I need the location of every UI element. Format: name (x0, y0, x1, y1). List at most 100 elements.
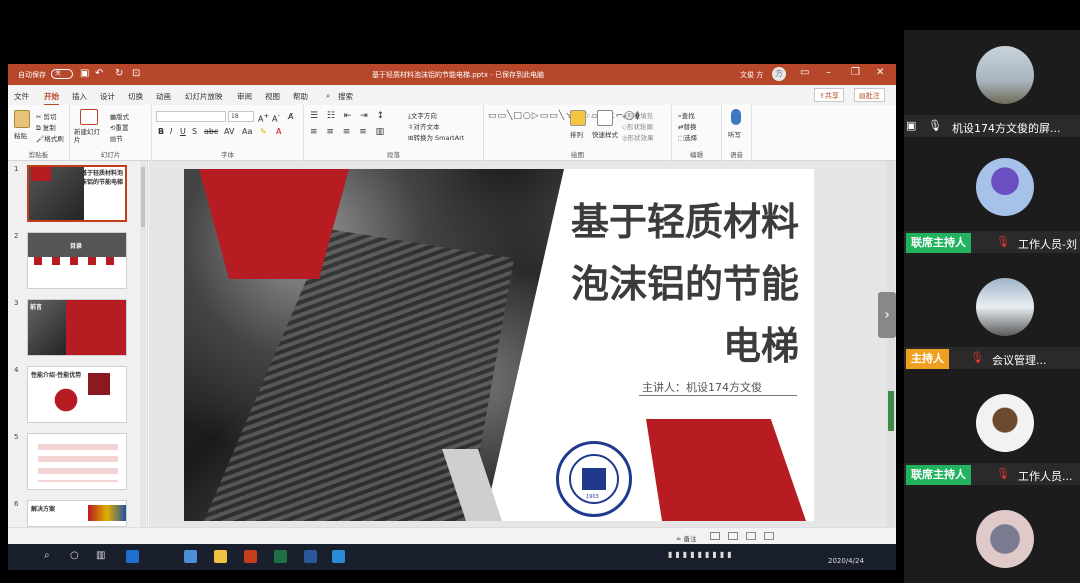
current-slide[interactable]: 基于轻质材料 泡沫铝的节能 电梯 主讲人：机设174方文俊 1903 (184, 169, 814, 521)
normal-view-icon[interactable] (710, 532, 720, 540)
search-label[interactable]: 搜索 (338, 91, 353, 102)
slide-scroll-thumb[interactable] (888, 391, 894, 431)
meeting-app-icon[interactable] (332, 550, 345, 563)
presenter-text[interactable]: 主讲人：机设174方文俊 (642, 379, 762, 395)
maximize-icon[interactable]: ❐ (851, 67, 860, 78)
slide-thumbnail-6[interactable]: 解决方案 (27, 500, 127, 527)
underline-icon[interactable]: U (180, 127, 186, 136)
participant-card[interactable]: 联席主持人 🎙 工作人员... (904, 378, 1080, 488)
font-color-icon[interactable]: A (276, 127, 281, 136)
shape-effects-button[interactable]: ◎形状效果 (622, 132, 654, 142)
align-text-button[interactable]: ⇳对齐文本 (408, 121, 439, 131)
copy-button[interactable]: ⧉ 复制 (36, 122, 56, 133)
dictate-button[interactable]: 听写 (728, 129, 741, 139)
shadow-icon[interactable]: S (192, 127, 197, 136)
highlight-icon[interactable]: ✎ (260, 127, 267, 136)
tab-view[interactable]: 视图 (265, 91, 280, 102)
ribbon-display-icon[interactable]: ▭ (800, 67, 809, 78)
minimize-icon[interactable]: – (826, 67, 831, 78)
quick-styles-icon[interactable] (597, 110, 613, 126)
quick-styles-button[interactable]: 快速样式 (592, 129, 618, 139)
slide-sorter-icon[interactable] (728, 532, 738, 540)
edge-icon[interactable] (126, 550, 139, 563)
slide-thumbnail-3[interactable]: 前言 (27, 299, 127, 356)
font-size-input[interactable]: 18 (228, 111, 254, 122)
slide-title[interactable]: 基于轻质材料 泡沫铝的节能 电梯 (519, 191, 799, 377)
share-button[interactable]: ⇪共享 (814, 88, 844, 102)
redo-icon[interactable]: ↻ (115, 68, 123, 79)
tab-file[interactable]: 文件 (14, 91, 29, 102)
slide-thumbnail-1[interactable]: 基于轻质材料泡沫铝的节能电梯 (27, 165, 127, 222)
search-icon[interactable]: ⌕ (44, 550, 50, 561)
tab-transitions[interactable]: 切换 (128, 91, 143, 102)
slideshow-view-icon[interactable] (764, 532, 774, 540)
arrange-button[interactable]: 排列 (570, 129, 583, 139)
slide-thumbnail-2[interactable]: 目录 (27, 232, 127, 289)
shape-outline-button[interactable]: ◇形状轮廓 (622, 121, 653, 131)
arrange-icon[interactable] (570, 110, 586, 126)
change-case-icon[interactable]: Aa (242, 127, 252, 136)
tab-design[interactable]: 设计 (100, 91, 115, 102)
powerpoint-icon[interactable] (244, 550, 257, 563)
undo-icon[interactable]: ↶ (95, 68, 103, 79)
tab-insert[interactable]: 插入 (72, 91, 87, 102)
search-icon[interactable]: ⌕ (326, 91, 330, 101)
task-view-icon[interactable]: ▥ (96, 550, 105, 561)
list-icons[interactable]: ☰ ☷ ⇤ ⇥ ↕ (310, 111, 387, 121)
present-icon[interactable]: ⊡ (132, 68, 140, 79)
participant-card[interactable]: 主持人 🎙 会议管理... (904, 262, 1080, 372)
tab-home[interactable]: 开始 (44, 91, 59, 106)
cut-button[interactable]: ✂ 剪切 (36, 111, 57, 121)
cortana-icon[interactable]: ○ (70, 550, 79, 561)
format-painter-button[interactable]: 🖌格式刷 (36, 133, 64, 143)
close-icon[interactable]: ✕ (876, 67, 884, 78)
excel-icon[interactable] (274, 550, 287, 563)
microphone-icon[interactable] (731, 109, 741, 125)
smartart-button[interactable]: ⊞转换为 SmartArt (408, 132, 464, 142)
system-tray-icons[interactable]: ▮▮▮▮▮▮▮▮▮ (668, 550, 735, 559)
notes-button[interactable]: ≐ 备注 (676, 533, 697, 543)
new-slide-icon[interactable] (80, 109, 98, 125)
participant-card[interactable]: ▣ 🎙 机设174方文俊的屏... (904, 30, 1080, 140)
increase-font-icon[interactable]: A+ (258, 112, 269, 124)
taskbar-date[interactable]: 2020/4/24 (828, 557, 864, 565)
paste-button[interactable]: 粘贴 (14, 130, 27, 140)
reading-view-icon[interactable] (746, 532, 756, 540)
comments-button[interactable]: ▤批注 (854, 88, 885, 102)
clear-format-icon[interactable]: A̸ (288, 112, 293, 121)
select-button[interactable]: ⬚选择 (678, 132, 697, 142)
find-button[interactable]: ⌕查找 (678, 110, 695, 121)
tab-help[interactable]: 帮助 (293, 91, 308, 102)
font-name-input[interactable] (156, 111, 226, 122)
paste-icon[interactable] (14, 110, 30, 128)
slide-thumbnail-5[interactable] (27, 433, 127, 490)
shape-fill-button[interactable]: ◈形状填充 (622, 110, 653, 120)
reset-button[interactable]: ⟲重置 (110, 122, 128, 132)
new-slide-button[interactable]: 新建幻灯片 (74, 128, 106, 144)
slide-thumbnail-4[interactable]: 性能介绍·性能优势 (27, 366, 127, 423)
decrease-font-icon[interactable]: A- (272, 112, 280, 124)
italic-icon[interactable]: I (170, 127, 172, 136)
slide-scrollbar[interactable] (887, 161, 895, 527)
strikethrough-icon[interactable]: abc (204, 127, 218, 136)
participant-card[interactable] (904, 494, 1080, 583)
user-name[interactable]: 文俊 方 (740, 70, 763, 80)
bold-icon[interactable]: B (158, 127, 164, 136)
file-explorer-icon[interactable] (214, 550, 227, 563)
word-icon[interactable] (304, 550, 317, 563)
participant-card[interactable]: 联席主持人 🎙 工作人员-刘 (904, 146, 1080, 256)
layout-button[interactable]: ▦版式 (110, 111, 129, 121)
autosave-toggle[interactable]: 关 (51, 69, 73, 79)
char-spacing-icon[interactable]: AV (224, 127, 234, 136)
save-icon[interactable]: ▣ (80, 68, 89, 79)
next-slide-arrow-icon[interactable]: › (878, 292, 896, 338)
thumbnails-scroll-thumb[interactable] (141, 167, 145, 227)
section-button[interactable]: ▤节 (110, 133, 123, 143)
app-icon[interactable] (184, 550, 197, 563)
replace-button[interactable]: ⇄替换 (678, 121, 696, 131)
tab-slideshow[interactable]: 幻灯片放映 (185, 91, 223, 102)
tab-review[interactable]: 审阅 (237, 91, 252, 102)
text-direction-button[interactable]: ⤓文字方向 (408, 110, 437, 121)
thumbnails-scrollbar[interactable] (140, 161, 146, 527)
tab-animations[interactable]: 动画 (156, 91, 171, 102)
